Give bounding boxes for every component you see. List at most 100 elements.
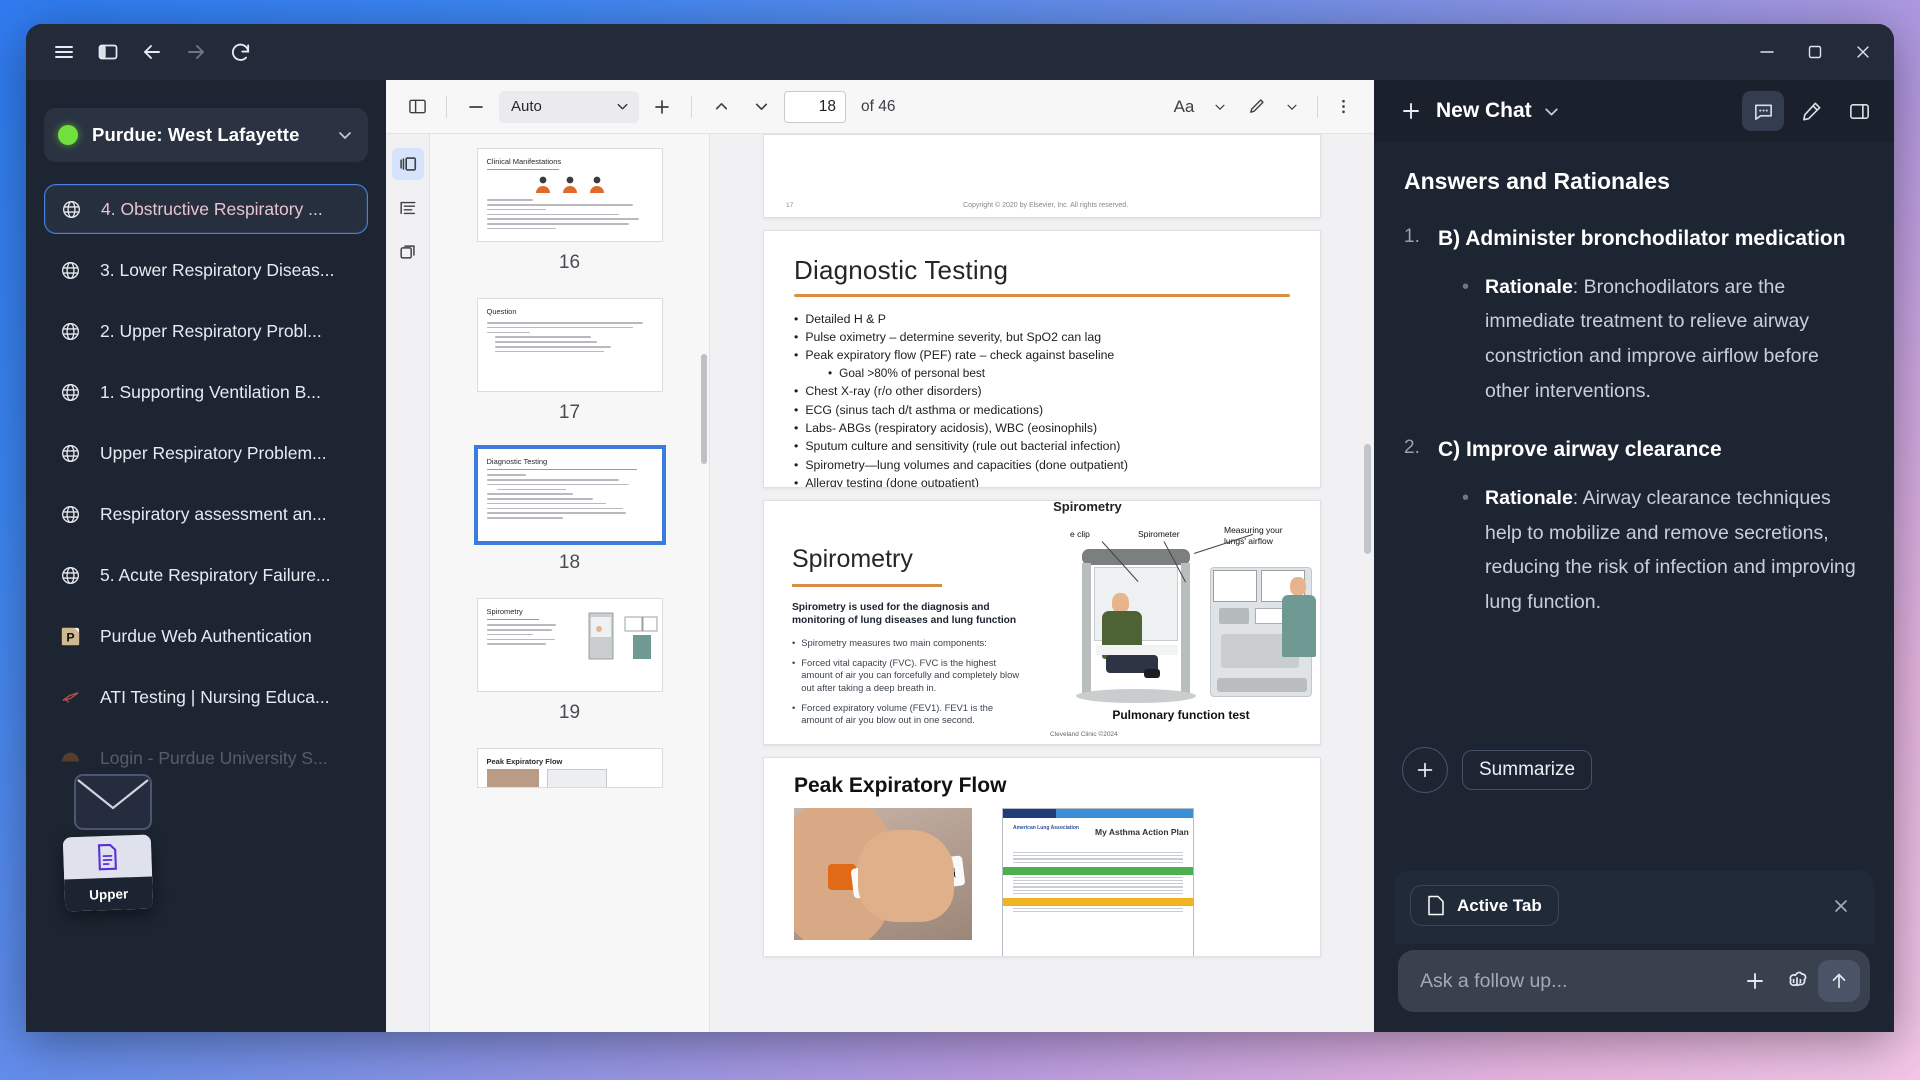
pdf-page-18: Diagnostic Testing • Detailed H & P • Puls…	[763, 230, 1321, 488]
rationale-1: • Rationale: Bronchodilators are the imm…	[1462, 270, 1864, 409]
thumbnail-body	[478, 624, 574, 645]
chat-message-body[interactable]: Answers and Rationales 1. B) Administer …	[1374, 142, 1894, 871]
sidebar-item-upper-respiratory-problems[interactable]: Upper Respiratory Problem...	[44, 428, 368, 478]
sidebar-toggle-icon[interactable]	[86, 32, 130, 72]
add-action-plus-icon[interactable]	[1402, 747, 1448, 793]
slide-bullet: • Pulse oximetry – determine severity, bu…	[794, 329, 1102, 344]
pdf-main-area: Clinical Manifestations 16 Question 17 D…	[386, 134, 1374, 1032]
thumbnail-20[interactable]: Peak Expiratory Flow	[476, 748, 663, 788]
profile-name: Purdue: West Lafayette	[92, 124, 300, 145]
sidebar-item-respiratory-assessment[interactable]: Respiratory assessment an...	[44, 489, 368, 539]
sidebar-item-obstructive-respiratory[interactable]: 4. Obstructive Respiratory ...	[44, 184, 368, 234]
technician-body	[1282, 595, 1316, 657]
sidebar-item-ati-testing[interactable]: ATI Testing | Nursing Educa...	[44, 672, 368, 722]
slide-truncated-title: Spirometry	[1053, 500, 1122, 514]
sidebar-item-supporting-ventilation[interactable]: 1. Supporting Ventilation B...	[44, 367, 368, 417]
left-sidebar: Purdue: West Lafayette 4. Obstructive Re…	[26, 80, 386, 1032]
answer-number: 1.	[1404, 226, 1420, 247]
document-icon	[1427, 895, 1445, 916]
hamburger-menu-icon[interactable]	[42, 32, 86, 72]
thumbnail-title: Spirometry	[486, 607, 523, 616]
panel-toggle-icon[interactable]	[1838, 91, 1880, 131]
thumbnail-17[interactable]: Question	[476, 298, 663, 392]
pdf-sidebar-toggle-icon[interactable]	[400, 90, 434, 124]
attach-plus-icon[interactable]	[1734, 960, 1776, 1002]
svg-text:P: P	[66, 630, 74, 644]
form-title: My Asthma Action Plan	[1095, 827, 1189, 837]
chat-input[interactable]	[1420, 969, 1734, 993]
slide-title: Peak Expiratory Flow	[794, 774, 1007, 797]
illustration-label-spirometer: Spirometer	[1138, 529, 1180, 539]
chat-composer[interactable]	[1398, 950, 1870, 1012]
profile-selector[interactable]: Purdue: West Lafayette	[44, 108, 368, 162]
pdf-page-area[interactable]: 17 Copyright © 2020 by Elsevier, Inc. Al…	[710, 134, 1374, 1032]
browser-titlebar	[26, 24, 1894, 80]
thumbnail-number: 19	[558, 702, 581, 723]
send-arrow-icon[interactable]	[1818, 960, 1860, 1002]
bullet-dot-icon: •	[1462, 486, 1470, 509]
page-number-input[interactable]	[784, 90, 846, 123]
slide-bullet: • ECG (sinus tach d/t asthma or medicatio…	[794, 402, 1044, 417]
thumbnail-18[interactable]: Diagnostic Testing	[473, 445, 666, 545]
chevron-down-icon	[615, 99, 630, 114]
pdf-page-19: Spirometry Spirometry Spirometry is used…	[763, 500, 1321, 745]
forward-arrow-icon[interactable]	[174, 32, 218, 72]
sidebar-item-acute-respiratory-failure[interactable]: 5. Acute Respiratory Failure...	[44, 550, 368, 600]
sidebar-item-label: 5. Acute Respiratory Failure...	[100, 564, 331, 585]
sidebar-item-lower-respiratory[interactable]: 3. Lower Respiratory Diseas...	[44, 245, 368, 295]
close-button[interactable]	[1840, 32, 1886, 72]
thumbnail-16[interactable]: Clinical Manifestations	[476, 148, 663, 242]
zoom-level-select[interactable]: Auto	[499, 90, 639, 123]
outline-view-icon[interactable]	[392, 192, 424, 224]
slide-bullet: • Spirometry measures two main components…	[792, 637, 987, 649]
minimize-button[interactable]	[1744, 32, 1790, 72]
highlighter-icon[interactable]	[1790, 91, 1832, 131]
zoom-out-button[interactable]	[459, 90, 493, 124]
maximize-button[interactable]	[1792, 32, 1838, 72]
drag-file-card[interactable]: Upper	[62, 834, 154, 912]
summarize-button[interactable]: Summarize	[1462, 750, 1593, 790]
pdf-thumbnail-panel[interactable]: Clinical Manifestations 16 Question 17 D…	[430, 134, 710, 1032]
globe-icon	[58, 441, 82, 465]
attachments-view-icon[interactable]	[392, 236, 424, 268]
zoom-in-button[interactable]	[645, 90, 679, 124]
chevron-down-icon[interactable]	[336, 126, 354, 144]
slide-bullet: • Peak expiratory flow (PEF) rate – check…	[794, 348, 1115, 363]
new-chat-label[interactable]: New Chat	[1436, 99, 1532, 123]
previous-page-button[interactable]	[704, 90, 738, 124]
rationale-label: Rationale	[1485, 275, 1573, 298]
slide-bullet: • Forced expiratory volume (FEV1). FEV1 i…	[792, 701, 994, 726]
pen-icon[interactable]	[1239, 90, 1273, 124]
pdf-page-scrollbar[interactable]	[1364, 444, 1371, 554]
form-organization: American Lung Association	[1013, 825, 1079, 831]
pdf-page-20: Peak Expiratory Flow American Lung Assoc…	[763, 757, 1321, 957]
chat-bubble-icon[interactable]	[1742, 91, 1784, 131]
sidebar-item-purdue-web-authentication[interactable]: P Purdue Web Authentication	[44, 611, 368, 661]
text-tool-chevron-down-icon[interactable]	[1203, 90, 1237, 124]
active-tab-chip[interactable]: Active Tab	[1410, 885, 1559, 926]
rationale-text: Rationale: Bronchodilators are the immed…	[1485, 275, 1819, 402]
reload-icon[interactable]	[218, 32, 262, 72]
orange-favicon	[58, 746, 82, 770]
chevron-down-icon[interactable]	[1542, 102, 1561, 121]
thumbnail-scrollbar[interactable]	[701, 354, 707, 464]
drag-file-label: Upper	[64, 876, 154, 912]
thumbnail-figure	[478, 174, 662, 194]
new-chat-plus-icon[interactable]	[1392, 92, 1430, 130]
rationale-2: • Rationale: Airway clearance techniques…	[1462, 481, 1864, 620]
next-page-button[interactable]	[744, 90, 778, 124]
drag-envelope-icon[interactable]	[74, 774, 152, 830]
back-arrow-icon[interactable]	[130, 32, 174, 72]
pdf-page-17: 17 Copyright © 2020 by Elsevier, Inc. Al…	[763, 134, 1321, 218]
pen-tool-chevron-down-icon[interactable]	[1275, 90, 1309, 124]
close-icon[interactable]	[1824, 889, 1858, 923]
kebab-menu-icon[interactable]	[1326, 90, 1360, 124]
thumbnails-view-icon[interactable]	[391, 148, 424, 180]
chat-panel: New Chat Answers and Rationales 1. B) Ad…	[1374, 80, 1894, 1032]
sidebar-item-upper-respiratory-2[interactable]: 2. Upper Respiratory Probl...	[44, 306, 368, 356]
openai-logo-icon[interactable]	[1776, 960, 1818, 1002]
text-tool-button[interactable]: Aa	[1167, 90, 1201, 124]
thumbnail-title: Peak Expiratory Flow	[486, 757, 563, 766]
slide-left-column: Spirometry Spirometry is used for the di…	[764, 515, 1042, 744]
thumbnail-19[interactable]: Spirometry	[476, 598, 663, 692]
